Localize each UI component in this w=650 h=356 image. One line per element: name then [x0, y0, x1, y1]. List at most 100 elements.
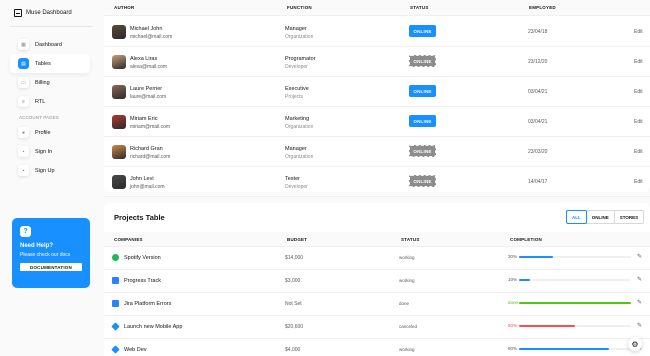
progress-fill: [519, 302, 631, 304]
edit-link[interactable]: Edit: [634, 89, 643, 95]
status-badge[interactable]: ONLINE: [409, 55, 436, 67]
project-budget: $14,000: [285, 255, 304, 261]
gear-icon[interactable]: ⚙: [628, 337, 642, 351]
author-role: Manager: [285, 26, 307, 32]
completion-label: 30%: [508, 254, 518, 259]
sign-up-icon: ▪: [18, 165, 29, 176]
edit-link[interactable]: Edit: [634, 119, 643, 125]
author-role: Manager: [285, 146, 307, 152]
avatar: [112, 115, 126, 129]
author-email: alexa@mail.com: [130, 64, 168, 70]
mobile-app-logo-icon: [111, 322, 120, 331]
sidebar-item-billing[interactable]: ▭ Billing: [10, 73, 90, 92]
sidebar-item-tables[interactable]: ▤ Tables: [10, 54, 90, 73]
status-badge[interactable]: ONLINE: [409, 85, 436, 97]
question-icon: ?: [20, 226, 31, 237]
column-header-employed: EMPLOYED: [529, 5, 556, 10]
avatar: [112, 55, 126, 69]
author-name: Laure Perrier: [130, 86, 163, 92]
progress-bar: [519, 348, 631, 350]
tables-icon: ▤: [18, 58, 29, 69]
authors-table-card: AUTHOR FUNCTION STATUS EMPLOYED Michael …: [104, 0, 650, 197]
sidebar-item-label: Sign In: [35, 148, 53, 155]
sidebar-item-label: Sign Up: [35, 167, 55, 174]
author-email: john@mail.com: [130, 184, 165, 190]
progress-bar: [519, 279, 631, 281]
divider: [10, 26, 92, 27]
edit-link[interactable]: Edit: [634, 179, 643, 185]
author-name: Miriam Eric: [130, 116, 158, 122]
completion-label: 80%: [508, 346, 518, 351]
table-row: Laure Perrier laure@mail.com Executive Proj…: [104, 77, 650, 107]
progress-fill: [519, 325, 575, 327]
help-card: ? Need Help? Please check our docs DOCUM…: [12, 218, 90, 288]
sidebar-item-sign-up[interactable]: ▪ Sign Up: [10, 161, 90, 180]
filter-stores[interactable]: STORES: [615, 211, 643, 223]
pencil-icon[interactable]: ✎: [637, 276, 642, 283]
author-org: Projects: [285, 94, 304, 100]
jira-logo-icon: [112, 300, 119, 307]
brand[interactable]: Muse Dashboard: [14, 9, 72, 17]
dashboard-icon: ▦: [18, 39, 29, 50]
author-email: laure@mail.com: [130, 94, 167, 100]
sidebar-item-dashboard[interactable]: ▦ Dashboard: [10, 35, 90, 54]
table-row: Miriam Eric miriam@mail.com Marketing Organ…: [104, 107, 650, 137]
project-status: working: [399, 255, 415, 260]
project-budget: $3,000: [285, 278, 301, 284]
filter-online[interactable]: ONLINE: [587, 211, 615, 223]
sidebar-item-label: RTL: [35, 98, 46, 105]
status-badge[interactable]: ONLINE: [409, 25, 436, 37]
pencil-icon[interactable]: ✎: [637, 253, 642, 260]
sidebar-item-rtl[interactable]: ≡ RTL: [10, 92, 90, 111]
sidebar-item-label: Profile: [35, 129, 51, 136]
author-name: Alexa Liras: [130, 56, 158, 62]
column-header-status: STATUS: [410, 5, 429, 10]
billing-icon: ▭: [18, 77, 29, 88]
sidebar-item-label: Tables: [35, 60, 51, 67]
column-header-author: AUTHOR: [114, 5, 135, 10]
author-name: Richard Gran: [130, 146, 163, 152]
author-email: michael@mail.com: [130, 34, 173, 40]
brand-logo-icon: [14, 9, 22, 17]
column-header-budget: BUDGET: [287, 236, 308, 242]
table-row: Michael John michael@mail.com Manager Organ…: [104, 17, 650, 47]
pencil-icon[interactable]: ✎: [637, 322, 642, 329]
employed-date: 14/04/17: [528, 179, 548, 185]
author-email: richard@mail.com: [130, 154, 171, 160]
project-name: Web Dev: [124, 347, 147, 353]
table-row: Launch new Mobile App $20,600 canceled 50% ✎: [104, 316, 650, 339]
table-row: Jira Platform Errors Not Set done done ✎: [104, 293, 650, 316]
column-header-completion: COMPLETION: [510, 236, 542, 242]
avatar: [112, 145, 126, 159]
author-role: Programator: [285, 56, 316, 62]
projects-filter-group: ALL ONLINE STORES: [566, 210, 645, 224]
employed-date: 23/04/18: [528, 29, 548, 35]
table-row: Alexa Liras alexa@mail.com Programator Deve…: [104, 47, 650, 77]
edit-link[interactable]: Edit: [634, 59, 643, 65]
table-row: Richard Gran richard@mail.com Manager Organ…: [104, 137, 650, 167]
author-org: Organization: [285, 124, 314, 130]
employed-date: 23/03/20: [528, 149, 548, 155]
project-name: Spotify Version: [124, 255, 161, 261]
documentation-button[interactable]: DOCUMENTATION: [20, 263, 82, 271]
author-role: Tester: [285, 176, 300, 182]
filter-all[interactable]: ALL: [566, 210, 587, 224]
brand-title: Muse Dashboard: [26, 10, 72, 16]
status-badge[interactable]: ONLINE: [409, 175, 436, 187]
projects-table-title: Projects Table: [114, 213, 165, 222]
projects-table-header: COMPANIES BUDGET STATUS COMPLETION: [104, 232, 650, 247]
table-row: Spotify Version $14,000 working 30% ✎: [104, 247, 650, 270]
edit-link[interactable]: Edit: [634, 149, 643, 155]
spotify-logo-icon: [112, 254, 119, 261]
help-subtitle: Please check our docs: [20, 252, 71, 258]
progress-bar: [519, 302, 631, 304]
status-badge[interactable]: ONLINE: [409, 145, 436, 157]
table-row: Progress Track $3,000 working 10% ✎: [104, 270, 650, 293]
help-title: Need Help?: [20, 243, 54, 249]
sidebar-item-profile[interactable]: ● Profile: [10, 123, 90, 142]
pencil-icon[interactable]: ✎: [637, 299, 642, 306]
sidebar-item-sign-in[interactable]: ▪ Sign In: [10, 142, 90, 161]
edit-link[interactable]: Edit: [634, 29, 643, 35]
completion-label: 50%: [508, 323, 518, 328]
status-badge[interactable]: ONLINE: [409, 115, 436, 127]
